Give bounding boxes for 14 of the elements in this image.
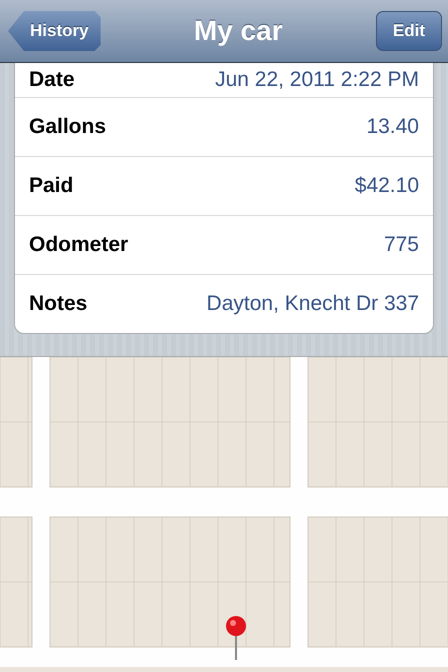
field-label: Odometer <box>29 233 128 257</box>
field-label: Gallons <box>29 115 106 139</box>
field-value: Jun 22, 2011 2:22 PM <box>215 68 419 92</box>
field-label: Paid <box>29 174 74 198</box>
field-label: Date <box>29 68 75 92</box>
field-value: Dayton, Knecht Dr 337 <box>206 292 419 316</box>
field-value: $42.10 <box>354 174 419 198</box>
field-value: 13.40 <box>366 115 419 139</box>
field-value: 775 <box>384 233 419 257</box>
back-button[interactable]: History <box>8 11 101 51</box>
field-label: Notes <box>29 292 88 316</box>
screen-title: My car <box>194 15 283 47</box>
map-pin-icon <box>224 615 248 661</box>
edit-button[interactable]: Edit <box>376 11 442 51</box>
